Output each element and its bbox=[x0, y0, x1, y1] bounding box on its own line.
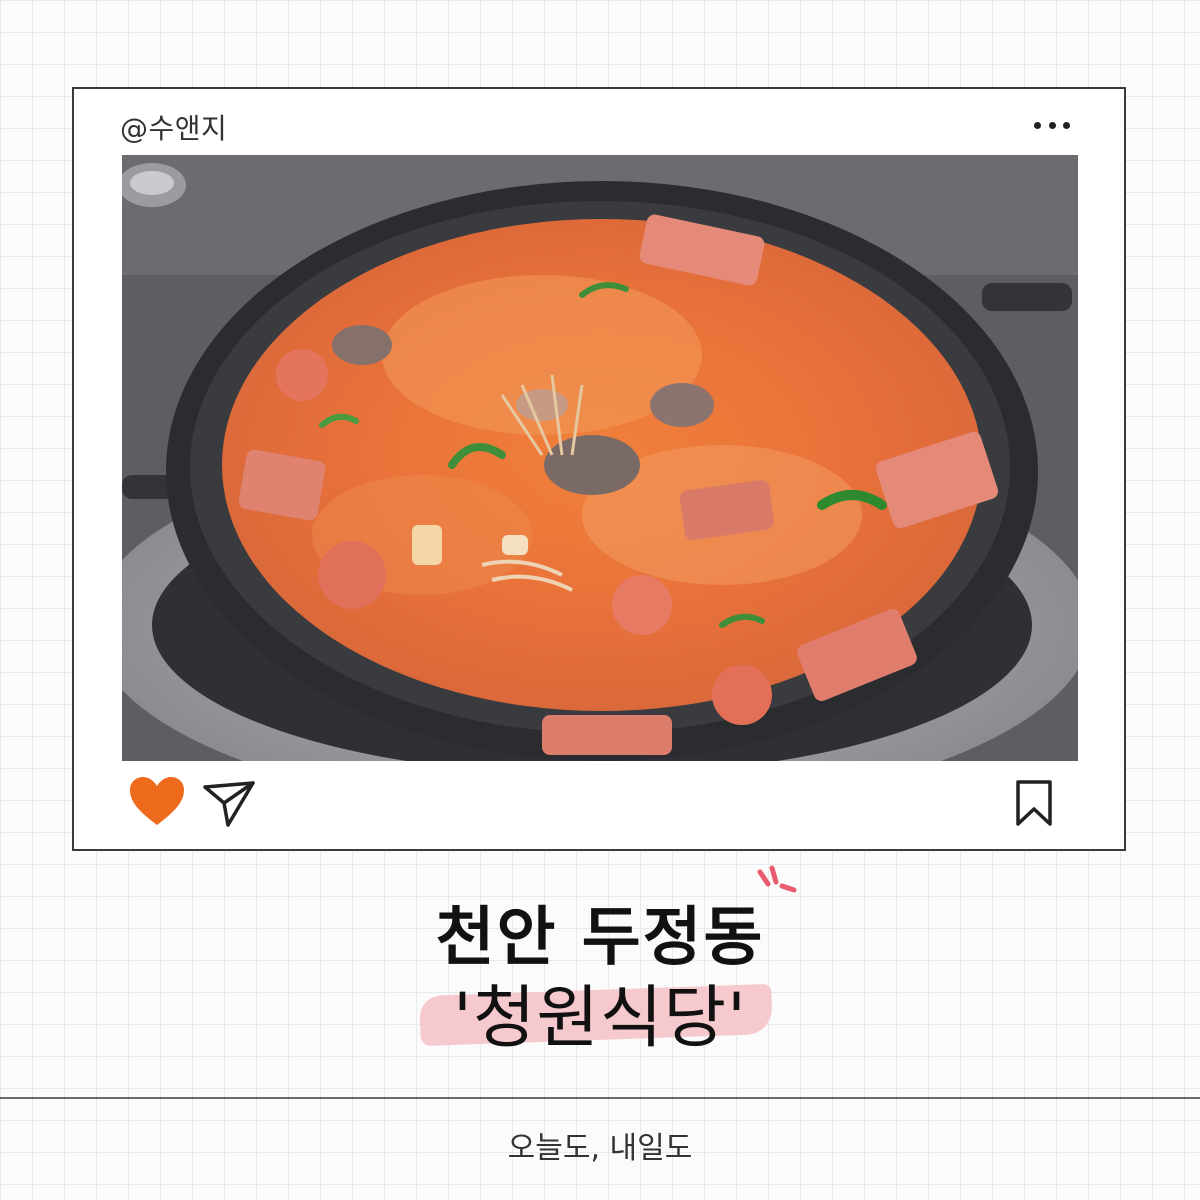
post-photo bbox=[122, 155, 1078, 761]
heart-icon[interactable] bbox=[128, 775, 186, 827]
footer-divider bbox=[0, 1097, 1200, 1099]
post-card: @수앤지 bbox=[72, 87, 1126, 851]
title-restaurant-name: '청원식당' bbox=[453, 979, 747, 1058]
sparkle-icon bbox=[752, 864, 798, 904]
post-handle[interactable]: @수앤지 bbox=[120, 107, 227, 147]
footer-tagline: 오늘도, 내일도 bbox=[507, 1131, 693, 1166]
more-dots-icon[interactable] bbox=[1034, 115, 1070, 135]
send-icon[interactable] bbox=[202, 779, 256, 827]
bookmark-icon[interactable] bbox=[1014, 779, 1054, 827]
